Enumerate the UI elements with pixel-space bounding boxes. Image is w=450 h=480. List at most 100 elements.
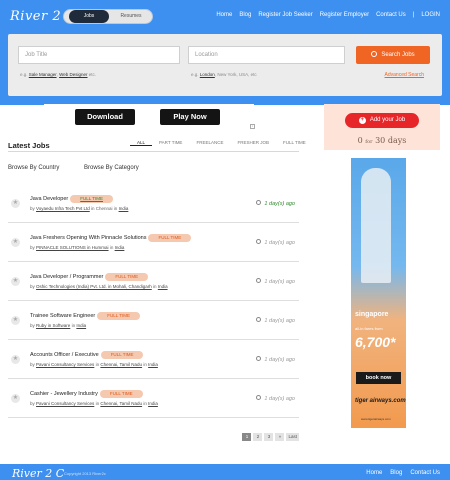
page-last[interactable]: Last [286, 433, 299, 441]
jobs-resumes-toggle[interactable]: Jobs Resumes [63, 9, 153, 24]
nav-register-job-seeker[interactable]: Register Job Seeker [258, 12, 312, 18]
tab-all[interactable]: ALL [130, 140, 153, 146]
job-loc-prefix2: in [143, 401, 147, 406]
job-row[interactable]: ★ Cashier - Jewellery Industry FULL TIME by… [8, 379, 299, 418]
merlion-image [361, 168, 391, 283]
job-title[interactable]: Java Developer [30, 196, 68, 202]
job-row[interactable]: ★ Java Developer / Programmer FULL TIME by … [8, 262, 299, 301]
toggle-jobs[interactable]: Jobs [69, 10, 109, 23]
nav-blog[interactable]: Blog [239, 12, 251, 18]
job-location-country-link[interactable]: India [148, 401, 158, 406]
search-jobs-button[interactable]: Search Jobs [356, 46, 430, 64]
posted-time: 1 day(s) ago [256, 356, 295, 363]
job-row[interactable]: ★ Java Developer FULL TIME by Voyaedu Infra… [8, 184, 299, 223]
job-by: by [30, 401, 35, 406]
job-company-link[interactable]: Pavani Consultancy Services [36, 362, 94, 367]
toggle-resumes[interactable]: Resumes [111, 10, 151, 23]
hint2-rest: , New York, USA, etc [214, 72, 257, 77]
job-company-link[interactable]: Voyaedu Infra Tech Pvt Ltd [36, 206, 90, 211]
favorite-star-icon[interactable]: ★ [11, 277, 20, 286]
nav-register-employer[interactable]: Register Employer [320, 12, 369, 18]
job-by: by [30, 206, 35, 211]
sidebar-ad-tiger-airways[interactable]: singapore all-in fares from 6,700* book … [351, 158, 406, 428]
favorite-star-icon[interactable]: ★ [11, 355, 20, 364]
favorite-star-icon[interactable]: ★ [11, 238, 20, 247]
job-title-link[interactable]: Accounts Officer / Executive FULL TIME [30, 351, 144, 359]
job-row[interactable]: ★ Java Freshers Opening With Pinnacle Sol… [8, 223, 299, 262]
tab-full-time[interactable]: FULL TIME [276, 140, 313, 146]
footer-nav-contact-us[interactable]: Contact Us [410, 470, 440, 476]
job-location-link[interactable]: India [76, 323, 86, 328]
job-title[interactable]: Java Freshers Opening With Pinnacle Solu… [30, 235, 146, 241]
footer-logo[interactable]: River 2 C [12, 467, 64, 480]
add-your-job-button[interactable]: + Add your Job [345, 113, 419, 128]
posted-time: 1 day(s) ago [256, 278, 295, 285]
job-row[interactable]: ★ Accounts Officer / Executive FULL TIME by… [8, 340, 299, 379]
job-title[interactable]: Accounts Officer / Executive [30, 352, 99, 358]
job-title[interactable]: Java Developer / Programmer [30, 274, 103, 280]
favorite-star-icon[interactable]: ★ [11, 394, 20, 403]
favorite-star-icon[interactable]: ★ [11, 199, 20, 208]
job-loc-prefix: in [109, 245, 114, 250]
page-1[interactable]: 1 [242, 433, 252, 441]
job-title-link[interactable]: Java Developer FULL TIME [30, 195, 113, 203]
job-title-link[interactable]: Trainee Software Engineer FULL TIME [30, 312, 140, 320]
browse-by-country-link[interactable]: Browse By Country [8, 165, 59, 171]
tab-freelance[interactable]: FREELANCE [189, 140, 230, 146]
job-company-link[interactable]: Oshic Technologies (India) Pvt. Ltd. in … [36, 284, 152, 289]
hint-suffix: etc. [88, 72, 97, 77]
job-location-link[interactable]: India [158, 284, 168, 289]
ad-price: 6,700* [355, 334, 396, 350]
price-amount: 0 [357, 136, 363, 145]
top-nav: Home Blog Register Job Seeker Register E… [216, 12, 440, 18]
job-location-link[interactable]: Chennai, Tamil Nadu [100, 401, 142, 406]
hint-link-sale-manager[interactable]: Sale Manager [29, 72, 57, 77]
posted-time-text: 1 day(s) ago [264, 279, 295, 285]
ad-download-button[interactable]: Download [75, 109, 135, 125]
job-type-badge: FULL TIME [148, 234, 192, 242]
job-location-link[interactable]: India [115, 245, 125, 250]
footer-nav-home[interactable]: Home [366, 470, 382, 476]
job-by: by [30, 323, 35, 328]
job-company-link[interactable]: Pavani Consultancy Services [36, 401, 94, 406]
nav-home[interactable]: Home [216, 12, 232, 18]
page-2[interactable]: 2 [253, 433, 263, 441]
nav-contact-us[interactable]: Contact Us [376, 12, 406, 18]
job-loc-prefix: in [95, 401, 100, 406]
hint-link-london[interactable]: London [200, 72, 215, 77]
tab-part-time[interactable]: PART TIME [152, 140, 189, 146]
copyright: Copyright 2013 River2c [64, 471, 106, 476]
latest-jobs-heading: Latest Jobs [8, 141, 50, 150]
location-hint: e.g. London, New York, USA, etc [191, 72, 257, 77]
ad-info-icon[interactable]: i [250, 124, 255, 129]
job-location-link[interactable]: India [119, 206, 129, 211]
job-row[interactable]: ★ Trainee Software Engineer FULL TIME by Ru… [8, 301, 299, 340]
job-title[interactable]: Trainee Software Engineer [30, 313, 95, 319]
footer: River 2 C Copyright 2013 River2c Home Bl… [0, 464, 450, 480]
page-next[interactable]: » [275, 433, 285, 441]
job-company-link[interactable]: PINNACLE SOLUTIONS in Hummai [36, 245, 109, 250]
job-location-link[interactable]: Chennai, Tamil Nadu [100, 362, 142, 367]
ad-play-now-button[interactable]: Play Now [160, 109, 220, 125]
tab-fresher-job[interactable]: FRESHER JOB [230, 140, 276, 146]
job-title-link[interactable]: Cashier - Jewellery Industry FULL TIME [30, 390, 143, 398]
nav-login[interactable]: LOGIN [421, 12, 440, 18]
add-job-box: + Add your Job 0 for 30 days [324, 104, 440, 150]
job-title[interactable]: Cashier - Jewellery Industry [30, 391, 98, 397]
add-job-label: Add your Job [369, 117, 406, 123]
job-company-link[interactable]: Ruby in Software [36, 323, 70, 328]
page-3[interactable]: 3 [264, 433, 274, 441]
posted-time-text: 1 day(s) ago [264, 240, 295, 246]
ad-book-now-button[interactable]: book now [356, 372, 401, 384]
browse-by-category-link[interactable]: Browse By Category [84, 165, 139, 171]
location-input[interactable]: Location [188, 46, 345, 64]
job-loc-prefix2: in [143, 362, 147, 367]
favorite-star-icon[interactable]: ★ [11, 316, 20, 325]
hint-link-web-designer[interactable]: Web Designer [59, 72, 87, 77]
advanced-search-link[interactable]: Advanced Search [385, 72, 424, 78]
footer-nav-blog[interactable]: Blog [390, 470, 402, 476]
job-title-input[interactable]: Job Title [18, 46, 180, 64]
job-title-link[interactable]: Java Freshers Opening With Pinnacle Solu… [30, 234, 192, 242]
job-location-country-link[interactable]: India [148, 362, 158, 367]
job-title-link[interactable]: Java Developer / Programmer FULL TIME [30, 273, 149, 281]
